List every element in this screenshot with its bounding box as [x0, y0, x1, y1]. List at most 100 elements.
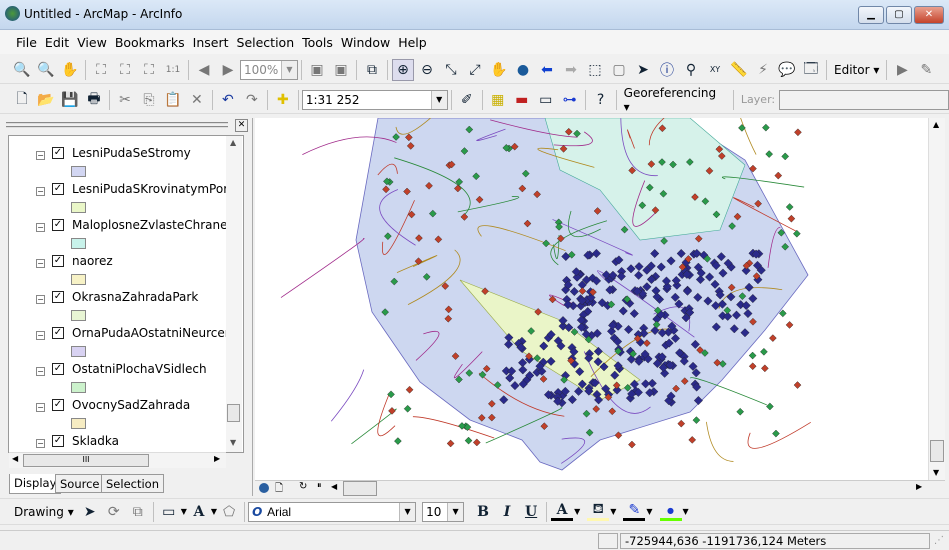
scroll-up-icon[interactable]: ▲ — [933, 120, 939, 129]
layer-name[interactable]: OrnaPudaAOstatniNeurceneP — [72, 326, 229, 340]
toggle-draft-icon[interactable]: ▣ — [306, 59, 328, 81]
toc-horizontal-scrollbar[interactable]: ◀ III ▶ — [9, 452, 226, 468]
layer-visibility-checkbox[interactable]: ✓ — [52, 219, 64, 231]
scroll-up-icon[interactable]: ▲ — [230, 138, 236, 147]
line-color-icon[interactable]: ✎ — [623, 502, 646, 521]
rectangle-icon[interactable]: ▭ — [158, 501, 180, 523]
layer-name[interactable]: LesniPudaSeStromy — [72, 146, 229, 160]
fixed-zoom-in-map-icon[interactable]: ⤡ — [440, 59, 462, 81]
bold-button[interactable]: B — [472, 501, 494, 523]
pan-layout-icon[interactable]: ✋ — [59, 59, 81, 81]
layer-symbol-swatch[interactable] — [71, 382, 86, 393]
select-elements-icon[interactable]: ➤ — [632, 59, 654, 81]
collapse-icon[interactable]: − — [36, 439, 45, 448]
copy-icon[interactable]: ⎘ — [138, 89, 160, 111]
toc-layer-item[interactable]: −✓ OrnaPudaAOstatniNeurceneP — [9, 324, 229, 360]
map-scale-combo[interactable]: 1:31 252 ▼ — [301, 89, 448, 110]
focus-data-frame-icon[interactable]: ▣ — [330, 59, 352, 81]
fit-page-icon[interactable]: ⛶ — [138, 59, 160, 81]
select-features-icon[interactable]: ⬚ — [584, 59, 606, 81]
select-elements-icon[interactable]: ➤ — [79, 501, 101, 523]
zoom-whole-page-icon[interactable]: ⛶ — [90, 59, 112, 81]
toc-close-icon[interactable]: ✕ — [235, 119, 248, 132]
editor-toolbar-icon[interactable]: ✐ — [456, 89, 478, 111]
menu-edit[interactable]: Edit — [41, 35, 73, 50]
add-data-icon[interactable]: ✚ — [272, 89, 294, 111]
layer-visibility-checkbox[interactable]: ✓ — [52, 435, 64, 447]
layer-symbol-swatch[interactable] — [71, 166, 86, 177]
collapse-icon[interactable]: − — [36, 295, 45, 304]
toc-grip[interactable] — [6, 122, 228, 128]
menu-help[interactable]: Help — [394, 35, 431, 50]
layer-visibility-checkbox[interactable]: ✓ — [52, 327, 64, 339]
go-back-icon[interactable]: ⬅ — [536, 59, 558, 81]
forward-extent-icon[interactable]: ▶ — [217, 59, 239, 81]
sketch-tool-icon[interactable]: ✎ — [915, 59, 937, 81]
collapse-icon[interactable]: − — [36, 259, 45, 268]
layer-visibility-checkbox[interactable]: ✓ — [52, 255, 64, 267]
toc-layer-item[interactable]: − ✓ Skladka — [9, 432, 229, 452]
menu-view[interactable]: View — [73, 35, 111, 50]
chevron-down-icon[interactable]: ▼ — [683, 507, 689, 516]
print-icon[interactable]: 🖶 — [83, 89, 105, 111]
fixed-zoom-in-icon[interactable]: 🔍 — [11, 59, 33, 81]
georef-layer-combo[interactable] — [779, 89, 949, 110]
scroll-thumb[interactable] — [343, 481, 377, 496]
whats-this-icon[interactable]: ? — [590, 89, 612, 111]
chevron-down-icon[interactable]: ▼ — [211, 507, 217, 516]
chevron-down-icon[interactable]: ▼ — [574, 507, 580, 516]
tab-source[interactable]: Source — [55, 474, 105, 493]
zoom-in-icon[interactable]: ⊕ — [392, 58, 414, 81]
layer-name[interactable]: Skladka — [72, 434, 229, 448]
collapse-icon[interactable]: − — [36, 223, 45, 232]
redo-icon[interactable]: ↷ — [241, 89, 263, 111]
chevron-down-icon[interactable]: ▼ — [399, 502, 416, 521]
go-forward-icon[interactable]: ➡ — [560, 59, 582, 81]
marker-color-icon[interactable]: ● — [659, 503, 682, 521]
toc-layer-item[interactable]: − ✓ LesniPudaSKrovinatymPorost — [9, 180, 229, 216]
layer-visibility-checkbox[interactable]: ✓ — [52, 183, 64, 195]
close-button[interactable]: ✕ — [914, 6, 944, 24]
chevron-down-icon[interactable]: ▼ — [281, 60, 297, 79]
tab-display[interactable]: Display — [9, 474, 62, 494]
paste-icon[interactable]: 📋 — [162, 89, 184, 111]
toc-layer-item[interactable]: − ✓ LesniPudaSeStromy — [9, 144, 229, 180]
collapse-icon[interactable]: − — [36, 331, 45, 340]
toc-layer-item[interactable]: − ✓ OstatniPlochaVSidlech — [9, 360, 229, 396]
layer-symbol-swatch[interactable] — [71, 238, 86, 249]
clear-selection-icon[interactable]: ▢ — [608, 59, 630, 81]
zoom-out-icon[interactable]: ⊖ — [416, 59, 438, 81]
layer-symbol-swatch[interactable] — [71, 310, 86, 321]
arccatalog-icon[interactable]: ▦ — [487, 89, 509, 111]
back-extent-icon[interactable]: ◀ — [193, 59, 215, 81]
collapse-icon[interactable]: − — [36, 403, 45, 412]
edit-tool-icon[interactable]: ▶ — [891, 59, 913, 81]
scroll-down-icon[interactable]: ▼ — [933, 468, 939, 477]
edit-vertices-icon[interactable]: ⬠ — [218, 501, 240, 523]
toc-vertical-scrollbar[interactable]: ▲ ▼ — [226, 136, 242, 452]
font-size-combo[interactable]: 10 ▼ — [422, 501, 465, 522]
arctoolbox-icon[interactable]: ▬ — [511, 89, 533, 111]
refresh-icon[interactable]: ↻ — [299, 481, 307, 492]
full-extent-icon[interactable]: ● — [512, 59, 534, 81]
measure-icon[interactable]: 📏 — [728, 59, 750, 81]
chevron-down-icon[interactable]: ▼ — [646, 507, 652, 516]
scroll-thumb[interactable]: III — [23, 454, 149, 467]
scroll-right-icon[interactable]: ▶ — [214, 454, 220, 463]
toc-layer-item[interactable]: −✓ MaloplosneZvlasteChraneneU — [9, 216, 229, 252]
magnifier-window-icon[interactable]: 🗔 — [800, 59, 822, 81]
layer-visibility-checkbox[interactable]: ✓ — [52, 399, 64, 411]
layer-symbol-swatch[interactable] — [71, 418, 86, 429]
editor-menu[interactable]: Editor ▾ — [830, 63, 883, 77]
zoom-100-icon[interactable]: 1:1 — [162, 59, 184, 81]
rotate-icon[interactable]: ⟳ — [103, 501, 125, 523]
toc-layer-item[interactable]: − ✓ OkrasnaZahradaPark — [9, 288, 229, 324]
layer-name[interactable]: OvocnySadZahrada — [72, 398, 229, 412]
maximize-button[interactable]: ▢ — [886, 6, 912, 24]
zoom-percent-combo[interactable]: 100% ▼ — [240, 59, 298, 80]
layer-symbol-swatch[interactable] — [71, 202, 86, 213]
layer-visibility-checkbox[interactable]: ✓ — [52, 291, 64, 303]
map-canvas[interactable] — [255, 118, 928, 480]
pause-drawing-icon[interactable]: ⏸ — [317, 481, 322, 491]
chevron-down-icon[interactable]: ▼ — [447, 502, 464, 521]
